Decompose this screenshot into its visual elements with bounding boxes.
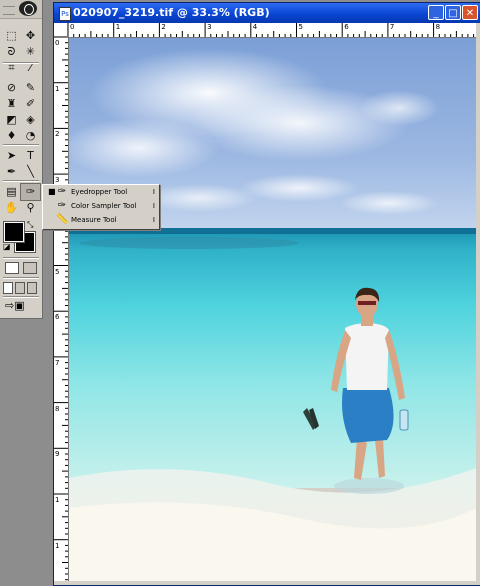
beach-photo (69, 38, 476, 581)
ruler-number: 5 (298, 23, 303, 31)
healing-brush-tool-icon[interactable]: ⊘ (2, 80, 21, 96)
move-tool-icon[interactable]: ✥ (21, 28, 40, 44)
dodge-tool-icon[interactable]: ◔ (21, 128, 40, 144)
image-canvas[interactable] (69, 38, 476, 581)
flyout-item-color-sampler-tool[interactable]: ✑ Color Sampler Tool I (43, 199, 159, 213)
clone-stamp-tool-icon[interactable]: ♜ (2, 96, 21, 112)
flyout-item-measure-tool[interactable]: 📏 Measure Tool I (43, 213, 159, 227)
standard-mode-icon[interactable] (5, 262, 19, 274)
marquee-tool-icon[interactable]: ⬚ (2, 28, 21, 44)
divider (3, 180, 39, 182)
document-window: Ps 020907_3219.tif @ 33.3% (RGB) _ □ ✕ 0… (53, 2, 480, 586)
shortcut-key: I (152, 188, 155, 196)
ruler-number: 1 (115, 23, 121, 31)
eyedropper-tool-icon[interactable]: ✑ (20, 183, 41, 201)
divider (3, 62, 39, 64)
ruler-number: 0 (55, 39, 60, 47)
divider (3, 277, 39, 279)
flyout-item-label: Eyedropper Tool (71, 188, 128, 196)
ruler-number: 3 (55, 176, 60, 185)
lasso-tool-icon[interactable]: ᘐ (2, 44, 21, 60)
full-screen-menu-mode-icon[interactable] (15, 282, 25, 294)
minimize-button[interactable]: _ (428, 5, 444, 20)
ruler-number: 6 (55, 313, 60, 322)
eyedropper-icon: ✑ (57, 186, 67, 197)
jump-to-imageready-icon[interactable]: ⇨▣ (5, 299, 25, 312)
standard-screen-mode-icon[interactable] (3, 282, 13, 294)
foreground-color-swatch[interactable] (3, 221, 25, 243)
divider (3, 296, 39, 298)
photoshop-logo-icon[interactable] (19, 1, 37, 16)
path-selection-tool-icon[interactable]: ➤ (2, 148, 21, 164)
ruler-number: 4 (252, 23, 258, 31)
brush-tool-icon[interactable]: ✎ (21, 80, 40, 96)
eyedropper-flyout-menu: ■ ✑ Eyedropper Tool I ✑ Color Sampler Tool I 📏 M… (42, 184, 160, 230)
tool-grid-misc: ▤ ✑ ✋ ⚲ (2, 183, 41, 216)
tool-grid-top: ⬚ ✥ ᘐ ✳ ⌗ ⁄ (2, 28, 40, 76)
document-title-bar[interactable]: Ps 020907_3219.tif @ 33.3% (RGB) _ □ ✕ (54, 3, 480, 23)
ruler-origin[interactable] (54, 23, 68, 37)
blur-tool-icon[interactable]: ♦ (2, 128, 21, 144)
pen-tool-icon[interactable]: ✒ (2, 164, 21, 180)
ruler-number: 1 (55, 541, 60, 550)
ruler-number: 1 (55, 496, 60, 504)
document-icon: Ps (59, 7, 71, 21)
shortcut-key: I (152, 202, 155, 210)
ruler-number: 1 (55, 84, 60, 93)
ruler-icon: 📏 (56, 214, 69, 225)
divider (3, 144, 39, 146)
eraser-tool-icon[interactable]: ◩ (2, 112, 21, 128)
ruler-number: 3 (207, 23, 212, 31)
quick-mask-mode-icon[interactable] (23, 262, 37, 274)
flyout-item-label: Color Sampler Tool (71, 202, 137, 210)
default-colors-icon[interactable]: ◪ (3, 242, 11, 251)
ruler-number: 0 (70, 23, 75, 31)
history-brush-tool-icon[interactable]: ✐ (21, 96, 40, 112)
divider (3, 257, 39, 259)
ruler-number: 2 (55, 130, 60, 139)
ruler-number: 7 (389, 23, 395, 31)
shortcut-key: I (152, 216, 155, 224)
type-tool-icon[interactable]: T (21, 148, 40, 164)
zoom-tool-icon[interactable]: ⚲ (21, 200, 40, 216)
line-tool-icon[interactable]: ╲ (21, 164, 40, 180)
notes-tool-icon[interactable]: ▤ (2, 184, 21, 200)
ruler-number: 5 (55, 267, 60, 276)
flyout-item-eyedropper-tool[interactable]: ■ ✑ Eyedropper Tool I (43, 185, 159, 199)
hand-tool-icon[interactable]: ✋ (2, 200, 21, 216)
toolbox-title-bar[interactable] (0, 0, 42, 19)
document-title: 020907_3219.tif @ 33.3% (RGB) (73, 6, 270, 19)
ruler-number: 8 (55, 404, 60, 413)
ruler-number: 9 (55, 450, 60, 459)
horizontal-ruler[interactable]: 0123456789 (68, 23, 476, 38)
color-sampler-icon: ✑ (57, 200, 67, 211)
ruler-number: 7 (55, 358, 60, 367)
maximize-button[interactable]: □ (445, 5, 461, 20)
magic-wand-tool-icon[interactable]: ✳ (21, 44, 40, 60)
gradient-tool-icon[interactable]: ◈ (21, 112, 40, 128)
ruler-number: 8 (435, 23, 441, 31)
active-bullet-icon: ■ (48, 187, 56, 196)
ruler-number: 2 (161, 23, 166, 31)
tool-grid-paint: ⊘ ✎ ♜ ✐ ◩ ◈ ♦ ◔ (2, 80, 40, 144)
flyout-item-label: Measure Tool (71, 216, 117, 224)
swap-colors-icon[interactable]: ⤡ (27, 220, 33, 230)
full-screen-mode-icon[interactable] (27, 282, 37, 294)
ruler-number: 6 (344, 23, 349, 31)
tool-grid-vector: ➤ T ✒ ╲ (2, 148, 40, 180)
grip-icon (3, 6, 15, 15)
close-button[interactable]: ✕ (462, 5, 478, 20)
vertical-ruler[interactable]: 012345678911 (54, 37, 69, 581)
toolbox-panel: ⬚ ✥ ᘐ ✳ ⌗ ⁄ ⊘ ✎ ♜ ✐ ◩ ◈ ♦ ◔ ➤ T ✒ ╲ ▤ ✑ ✋ ⚲ ⤡ ◪ ⇨▣ (0, 0, 43, 319)
